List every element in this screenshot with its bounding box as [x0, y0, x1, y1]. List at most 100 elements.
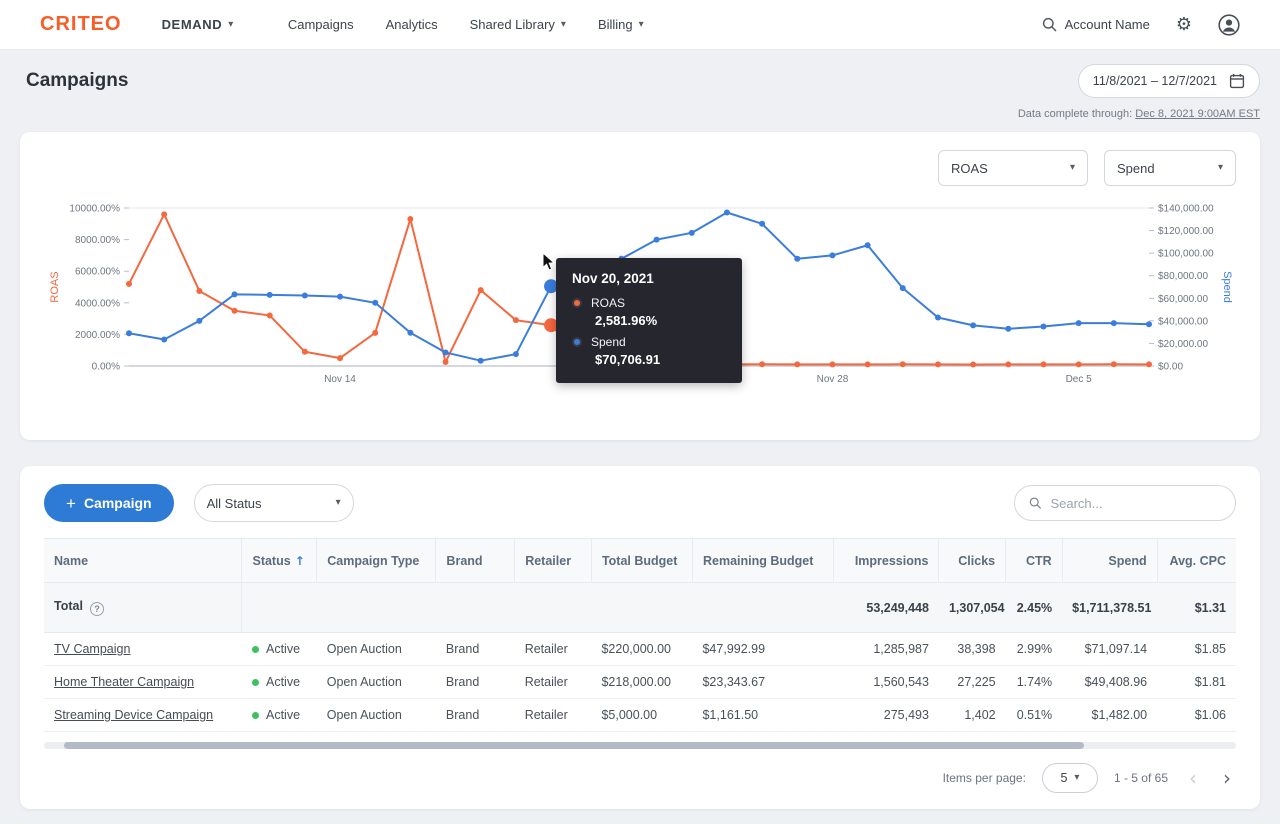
campaign-link[interactable]: TV Campaign	[54, 642, 130, 656]
chevron-down-icon: ▾	[639, 20, 644, 30]
status-cell: Active	[242, 633, 317, 666]
mouse-cursor-icon	[542, 252, 556, 277]
data-complete-note: Data complete through: Dec 8, 2021 9:00A…	[20, 108, 1260, 120]
info-question-icon[interactable]: ?	[90, 602, 104, 616]
tooltip-roas-label: ROAS	[591, 296, 625, 310]
items-per-page-label: Items per page:	[943, 771, 1026, 785]
clicks-cell: 38,398	[939, 633, 1006, 666]
campaign-link[interactable]: Home Theater Campaign	[54, 675, 194, 689]
demand-label: DEMAND	[162, 17, 223, 32]
chevron-down-icon: ▾	[228, 20, 234, 30]
status-filter-select[interactable]: All Status ▾	[194, 484, 354, 522]
pagination-range: 1 - 5 of 65	[1114, 771, 1168, 785]
impressions-cell: 1,560,543	[834, 666, 939, 699]
total-impressions: 53,249,448	[834, 583, 939, 633]
col-header-avg-cpc[interactable]: Avg. CPC	[1157, 539, 1236, 583]
account-search[interactable]: Account Name	[1042, 17, 1150, 32]
plus-icon: +	[66, 495, 76, 512]
page-size-select[interactable]: 5 ▾	[1042, 763, 1098, 793]
data-complete-link[interactable]: Dec 8, 2021 9:00AM EST	[1135, 108, 1260, 120]
campaign-type-cell: Open Auction	[317, 699, 436, 732]
svg-text:$60,000.00: $60,000.00	[1158, 294, 1208, 305]
clicks-cell: 27,225	[939, 666, 1006, 699]
col-header-ctr[interactable]: CTR	[1006, 539, 1063, 583]
spend-cell: $71,097.14	[1062, 633, 1157, 666]
performance-chart-card: ROAS ▾ Spend ▾ 10000.00%8000.00%6000.00%…	[20, 132, 1260, 440]
next-page-button[interactable]: ›	[1218, 768, 1236, 788]
chevron-down-icon: ▾	[336, 498, 341, 508]
top-navigation: CRITEO DEMAND ▾ Campaigns Analytics Shar…	[0, 0, 1280, 50]
campaign-link[interactable]: Streaming Device Campaign	[54, 708, 213, 722]
brand-cell: Brand	[436, 633, 515, 666]
brand-cell: Brand	[436, 666, 515, 699]
criteo-logo[interactable]: CRITEO	[40, 13, 122, 36]
page-content: Campaigns 11/8/2021 – 12/7/2021 Data com…	[0, 62, 1280, 809]
status-text: Active	[266, 642, 300, 656]
scrollbar-thumb[interactable]	[64, 742, 1084, 749]
col-header-campaign-type[interactable]: Campaign Type	[317, 539, 436, 583]
nav-campaigns[interactable]: Campaigns	[288, 17, 354, 32]
col-header-spend[interactable]: Spend	[1062, 539, 1157, 583]
gear-glyph: ⚙	[1176, 14, 1192, 35]
account-profile-icon[interactable]	[1218, 14, 1240, 36]
settings-gear-icon[interactable]: ⚙	[1176, 14, 1192, 35]
status-text: Active	[266, 675, 300, 689]
metric1-select[interactable]: ROAS ▾	[938, 150, 1088, 186]
metric2-select[interactable]: Spend ▾	[1104, 150, 1236, 186]
ctr-cell: 2.99%	[1006, 633, 1063, 666]
nav-billing[interactable]: Billing ▾	[598, 17, 644, 32]
col-header-brand[interactable]: Brand	[436, 539, 515, 583]
total-label-cell: Total?	[44, 583, 242, 633]
avg-cpc-cell: $1.85	[1157, 633, 1236, 666]
col-header-status[interactable]: Status↑	[242, 539, 317, 583]
previous-page-button[interactable]: ‹	[1184, 768, 1202, 788]
svg-text:Nov 14: Nov 14	[324, 374, 356, 385]
total-budget-cell: $218,000.00	[591, 666, 692, 699]
chart-area: 10000.00%8000.00%6000.00%4000.00%2000.00…	[44, 196, 1236, 418]
svg-text:Spend: Spend	[1221, 271, 1233, 303]
table-search[interactable]	[1014, 485, 1236, 521]
tooltip-spend-row: Spend	[572, 335, 726, 349]
table-row: Home Theater Campaign Active Open Auctio…	[44, 666, 1236, 699]
col-header-retailer[interactable]: Retailer	[515, 539, 592, 583]
total-empty-cells	[242, 583, 834, 633]
person-icon	[1218, 14, 1240, 36]
status-filter-value: All Status	[207, 496, 262, 511]
title-row: Campaigns 11/8/2021 – 12/7/2021	[20, 62, 1260, 100]
campaign-type-cell: Open Auction	[317, 666, 436, 699]
chevron-down-icon: ▾	[1218, 163, 1223, 173]
tooltip-roas-value: 2,581.96%	[595, 313, 726, 328]
col-header-remaining-budget[interactable]: Remaining Budget	[692, 539, 833, 583]
col-header-total-budget[interactable]: Total Budget	[591, 539, 692, 583]
demand-menu[interactable]: DEMAND ▾	[162, 17, 234, 32]
active-status-dot-icon	[252, 712, 259, 719]
tooltip-roas-row: ROAS	[572, 296, 726, 310]
retailer-cell: Retailer	[515, 699, 592, 732]
metric1-value: ROAS	[951, 161, 988, 176]
svg-text:$0.00: $0.00	[1158, 362, 1183, 373]
horizontal-scrollbar[interactable]	[44, 742, 1236, 749]
col-header-clicks[interactable]: Clicks	[939, 539, 1006, 583]
avg-cpc-cell: $1.06	[1157, 699, 1236, 732]
search-icon	[1042, 17, 1057, 32]
ctr-cell: 0.51%	[1006, 699, 1063, 732]
col-header-name[interactable]: Name	[44, 539, 242, 583]
svg-text:2000.00%: 2000.00%	[75, 330, 120, 341]
nav-analytics[interactable]: Analytics	[386, 17, 438, 32]
page-title: Campaigns	[26, 70, 128, 92]
svg-text:$80,000.00: $80,000.00	[1158, 271, 1208, 282]
avg-cpc-cell: $1.81	[1157, 666, 1236, 699]
table-row: TV Campaign Active Open Auction Brand Re…	[44, 633, 1236, 666]
metric2-value: Spend	[1117, 161, 1155, 176]
impressions-cell: 275,493	[834, 699, 939, 732]
new-campaign-button[interactable]: + Campaign	[44, 484, 174, 522]
roas-series-dot-icon	[572, 298, 582, 308]
remaining-budget-cell: $1,161.50	[692, 699, 833, 732]
status-cell: Active	[242, 666, 317, 699]
campaign-name-cell: Streaming Device Campaign	[44, 699, 242, 732]
date-range-picker[interactable]: 11/8/2021 – 12/7/2021	[1078, 64, 1260, 98]
nav-shared-library[interactable]: Shared Library ▾	[470, 17, 566, 32]
col-header-impressions[interactable]: Impressions	[834, 539, 939, 583]
search-input[interactable]	[1050, 496, 1221, 511]
brand-cell: Brand	[436, 699, 515, 732]
